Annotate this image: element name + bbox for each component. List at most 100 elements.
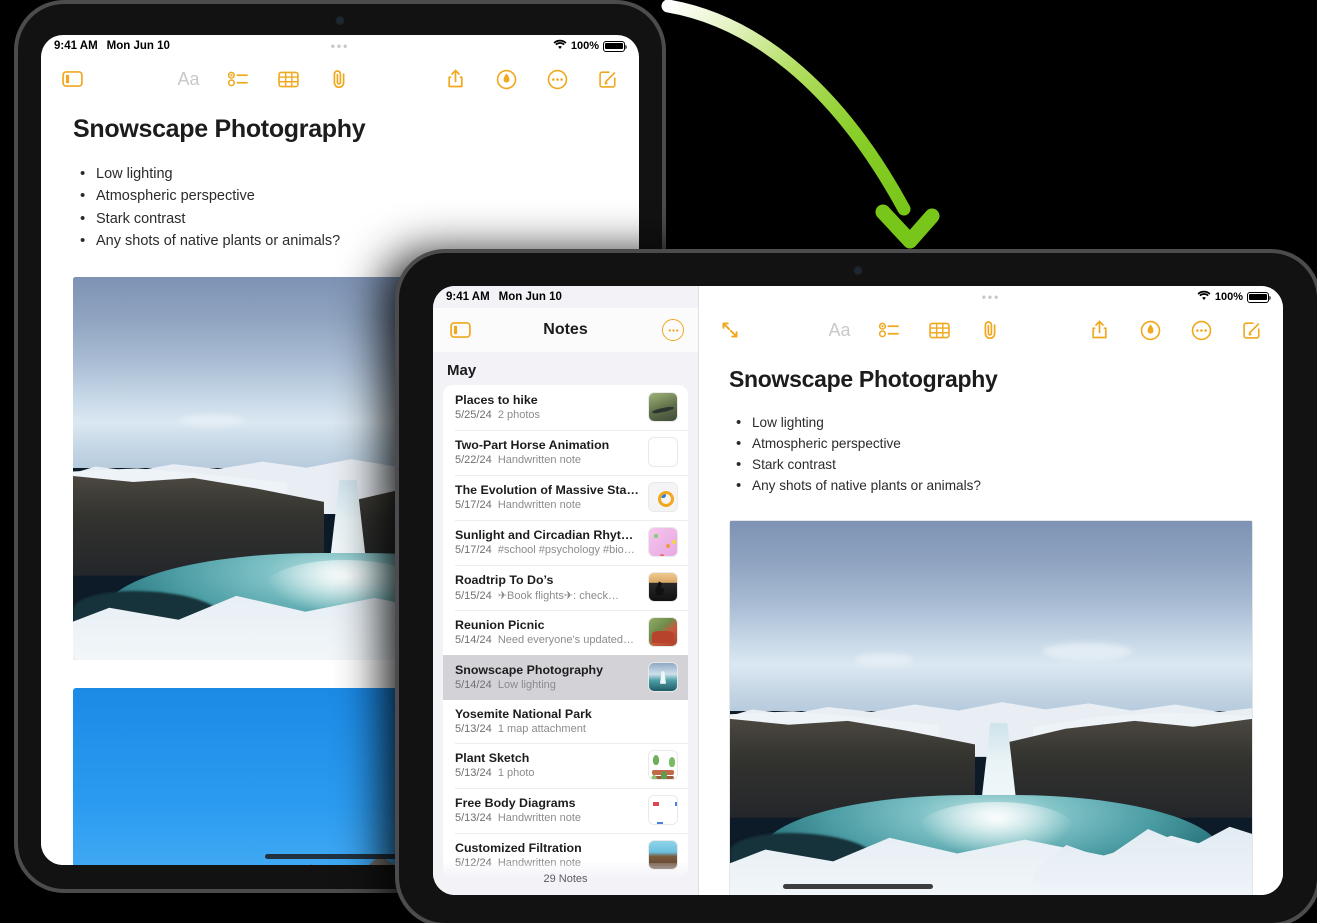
note-photo-waterfall[interactable] (729, 520, 1253, 895)
list-item[interactable]: Yosemite National Park 5/13/24 1 map att… (443, 700, 688, 743)
list-item: Low lighting (73, 162, 607, 186)
note-preview: 2 photos (497, 409, 541, 421)
markup-pen-icon[interactable] (1137, 317, 1163, 343)
ipad-device-front: 9:41 AM Mon Jun 10 Notes May Places to h… (399, 253, 1317, 923)
note-title: Sunlight and Circadian Rhyth… (455, 528, 640, 542)
note-date: 5/13/24 (455, 812, 492, 824)
front-camera-dot (854, 267, 862, 274)
note-detail-pane: ••• 100% Aa Snowscape Photography • Low … (699, 286, 1283, 895)
battery-full-icon (1247, 291, 1272, 303)
paperclip-icon[interactable] (326, 66, 352, 92)
note-date: 5/22/24 (455, 454, 492, 466)
compose-icon[interactable] (595, 66, 621, 92)
toolbar-format-group: Aa (827, 317, 1003, 343)
note-preview: ✈Book flights✈: check… (497, 589, 619, 602)
share-icon[interactable] (1086, 317, 1112, 343)
note-title: The Evolution of Massive Star… (455, 483, 640, 497)
note-preview: Handwritten note (497, 454, 581, 466)
sidebar-toggle-icon[interactable] (59, 66, 85, 92)
note-thumbnail (648, 662, 678, 692)
multitask-dots-icon[interactable]: ••• (331, 40, 350, 52)
more-circle-icon[interactable] (544, 66, 570, 92)
note-title: Reunion Picnic (455, 618, 545, 632)
list-item: Stark contrast (73, 207, 607, 231)
note-toolbar: Aa (41, 57, 639, 101)
list-item: Low lighting (729, 411, 1253, 434)
note-title: Yosemite National Park (455, 707, 592, 721)
list-item[interactable]: Places to hike 5/25/24 2 photos (443, 385, 688, 430)
list-item[interactable]: Reunion Picnic 5/14/24 Need everyone’s u… (443, 610, 688, 655)
notes-sidebar: 9:41 AM Mon Jun 10 Notes May Places to h… (433, 286, 699, 895)
note-date: 5/17/24 (455, 544, 492, 556)
list-item[interactable]: Sunlight and Circadian Rhyth… 5/17/24 #s… (443, 520, 688, 565)
markup-pen-icon[interactable] (493, 66, 519, 92)
note-preview: 1 photo (497, 767, 535, 779)
home-indicator (265, 854, 415, 859)
note-date: 5/13/24 (455, 723, 492, 735)
list-item[interactable]: Free Body Diagrams 5/13/24 Handwritten n… (443, 788, 688, 833)
list-item: Any shots of native plants or animals? (73, 229, 607, 253)
status-bar: 9:41 AM Mon Jun 10 ••• 100% (41, 35, 639, 57)
more-circle-icon[interactable] (662, 319, 684, 341)
note-thumbnail (648, 392, 678, 422)
checklist-icon[interactable] (877, 317, 903, 343)
wifi-icon (553, 39, 567, 53)
note-date: 5/15/24 (455, 589, 492, 602)
wifi-icon (1197, 290, 1211, 304)
expand-diagonal-icon[interactable] (717, 317, 743, 343)
toolbar-action-group (1086, 317, 1265, 343)
note-thumbnail (648, 527, 678, 557)
note-preview: Handwritten note (497, 499, 581, 511)
toolbar-action-group (442, 66, 621, 92)
status-right-cluster: 100% (553, 39, 628, 53)
notes-list: Places to hike 5/25/24 2 photos Two-Part… (443, 385, 688, 878)
list-item: Atmospheric perspective (73, 184, 607, 208)
note-date: 5/14/24 (455, 634, 492, 646)
table-icon[interactable] (927, 317, 953, 343)
format-aa-button[interactable]: Aa (827, 317, 853, 343)
note-title: Customized Filtration (455, 841, 582, 855)
share-icon[interactable] (442, 66, 468, 92)
notes-list-scroll[interactable]: Places to hike 5/25/24 2 photos Two-Part… (433, 385, 698, 893)
status-time: 9:41 AM (446, 291, 490, 303)
list-item: Any shots of native plants or animals? (729, 474, 1253, 497)
battery-percent: 100% (570, 40, 599, 52)
list-item[interactable]: Two-Part Horse Animation 5/22/24 Handwri… (443, 430, 688, 475)
list-item[interactable]: The Evolution of Massive Star… 5/17/24 H… (443, 475, 688, 520)
front-camera-dot (336, 17, 344, 24)
list-item-selected[interactable]: Snowscape Photography 5/14/24 Low lighti… (443, 655, 688, 700)
status-right-cluster: 100% (1197, 290, 1272, 304)
sidebar-toggle-icon[interactable] (447, 317, 473, 343)
note-preview: Need everyone’s updated… (497, 634, 634, 646)
list-item: Atmospheric perspective (729, 432, 1253, 455)
note-title: Snowscape Photography (455, 663, 604, 677)
more-circle-icon[interactable] (1188, 317, 1214, 343)
note-thumbnail (648, 482, 678, 512)
status-bar: 9:41 AM Mon Jun 10 (433, 286, 698, 308)
note-title: Two-Part Horse Animation (455, 438, 610, 452)
note-bullet-list: Low lighting Atmospheric perspective Sta… (729, 411, 1253, 498)
notes-count-footer: 29 Notes (433, 863, 698, 895)
checklist-icon[interactable] (226, 66, 252, 92)
table-icon[interactable] (276, 66, 302, 92)
multitask-dots-icon[interactable]: ••• (982, 291, 1001, 303)
note-preview: 1 map attachment (497, 723, 586, 735)
status-date: Mon Jun 10 (106, 40, 170, 52)
note-thumbnail (648, 437, 678, 467)
note-title: Free Body Diagrams (455, 796, 576, 810)
note-date: 5/14/24 (455, 679, 492, 691)
note-date: 5/13/24 (455, 767, 492, 779)
note-toolbar: Aa (699, 308, 1283, 352)
status-date: Mon Jun 10 (498, 291, 562, 303)
note-preview: Handwritten note (497, 812, 581, 824)
list-item[interactable]: Plant Sketch 5/13/24 1 photo (443, 743, 688, 788)
note-thumbnail (648, 795, 678, 825)
compose-icon[interactable] (1239, 317, 1265, 343)
status-bar: ••• 100% (699, 286, 1283, 308)
format-aa-button[interactable]: Aa (176, 66, 202, 92)
page-title: Snowscape Photography (73, 115, 366, 143)
note-body: Snowscape Photography Low lighting Atmos… (699, 352, 1283, 895)
battery-full-icon (603, 40, 628, 52)
list-item[interactable]: Roadtrip To Do’s 5/15/24 ✈Book flights✈:… (443, 565, 688, 610)
paperclip-icon[interactable] (977, 317, 1003, 343)
